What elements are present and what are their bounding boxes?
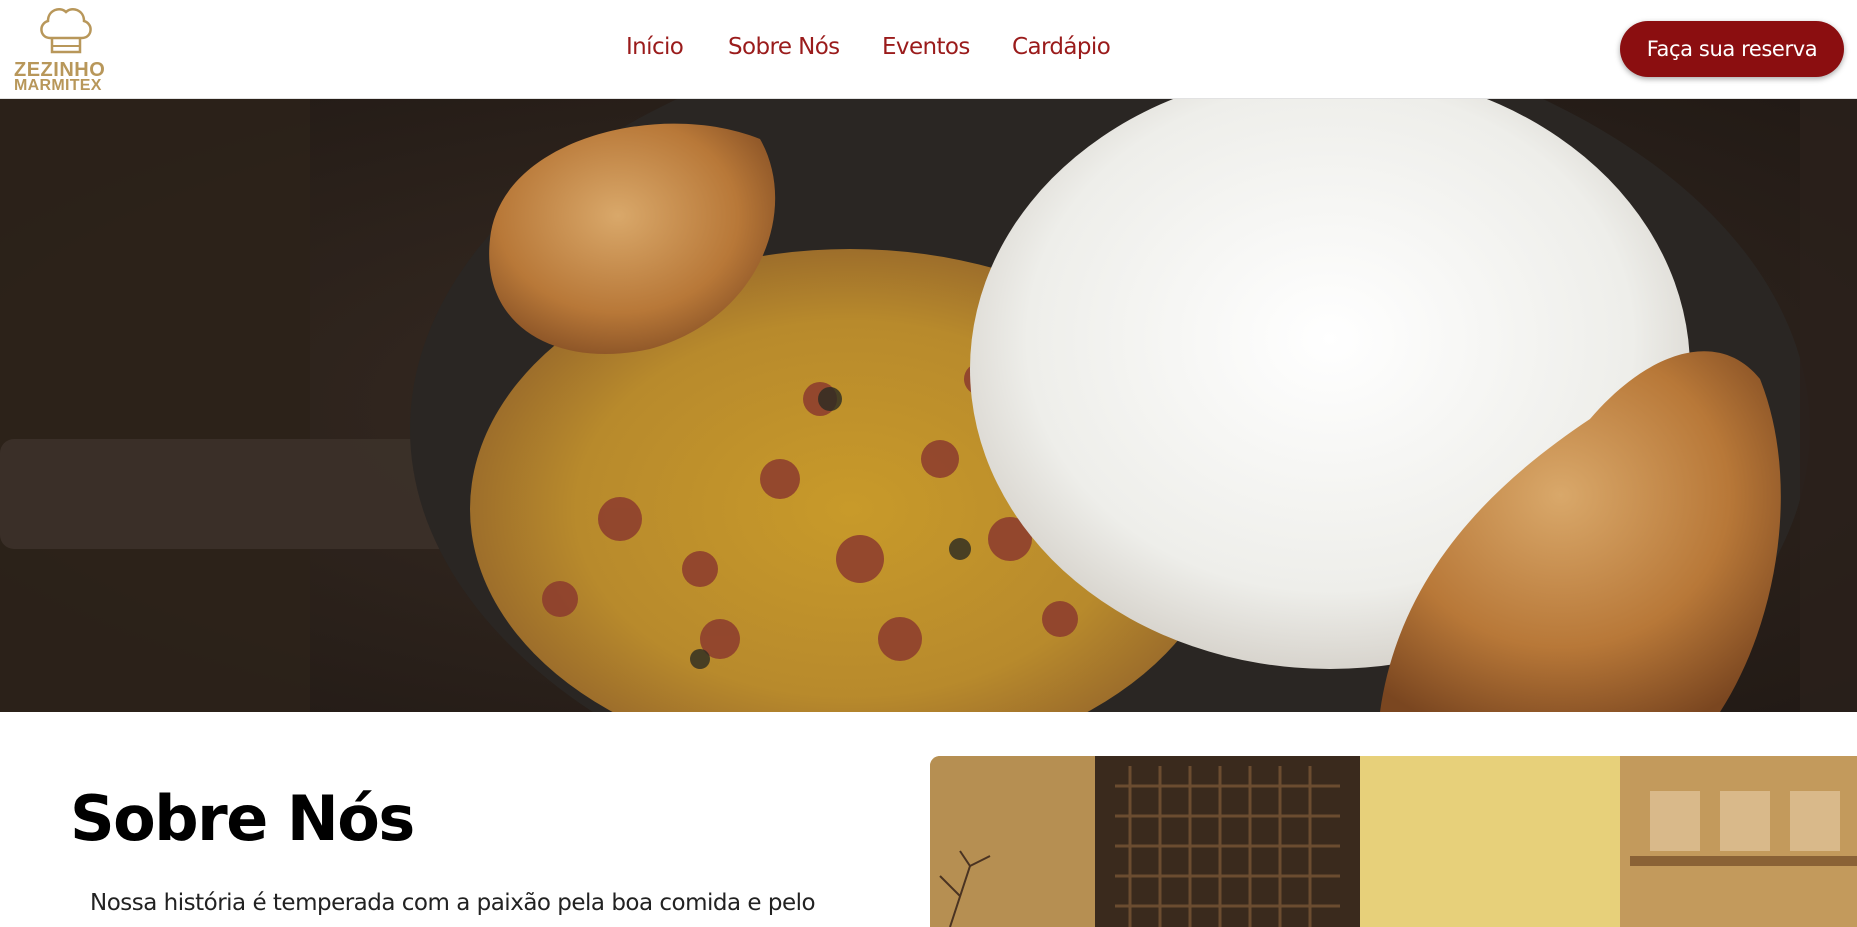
- nav-link-eventos[interactable]: Eventos: [882, 34, 970, 60]
- hero-food-image: [0, 99, 1857, 712]
- logo[interactable]: ZEZINHO MARMITEX: [14, 4, 118, 96]
- about-section: Sobre Nós Nossa história é temperada com…: [0, 712, 1857, 927]
- about-paragraph: Nossa história é temperada com a paixão …: [90, 890, 816, 916]
- nav-link-inicio[interactable]: Início: [626, 34, 684, 60]
- reserve-button[interactable]: Faça sua reserva: [1620, 21, 1844, 77]
- logo-text-line2: MARMITEX: [14, 77, 102, 94]
- nav-link-cardapio[interactable]: Cardápio: [1012, 34, 1111, 60]
- chef-hat-icon: [40, 8, 92, 54]
- restaurant-interior-image: [930, 756, 1857, 927]
- nav-link-sobre-nos[interactable]: Sobre Nós: [728, 34, 840, 60]
- site-header: ZEZINHO MARMITEX Início Sobre Nós Evento…: [0, 0, 1857, 99]
- about-title: Sobre Nós: [70, 782, 415, 855]
- hero-banner: [0, 99, 1857, 712]
- interior-photo-art: [930, 756, 1857, 927]
